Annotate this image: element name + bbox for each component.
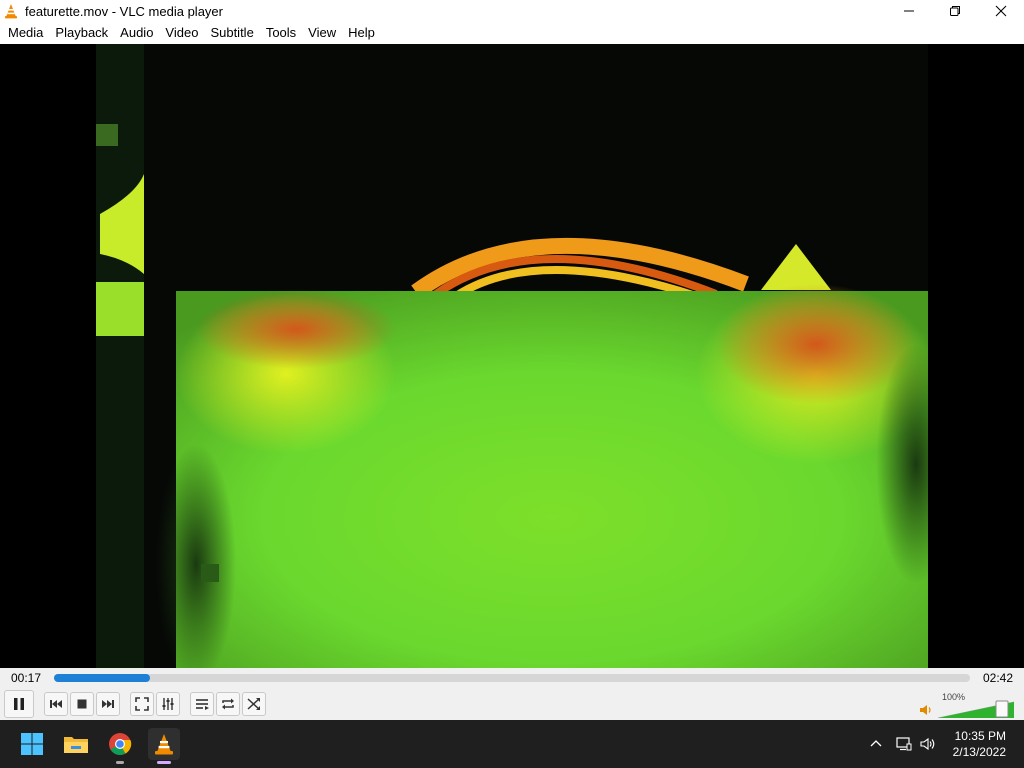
network-button[interactable]: [894, 734, 914, 754]
restore-button[interactable]: [932, 0, 978, 22]
speaker-icon[interactable]: [918, 702, 934, 718]
total-duration: 02:42: [982, 671, 1014, 685]
video-area[interactable]: [0, 44, 1024, 668]
shuffle-icon: [247, 698, 260, 710]
menu-tools[interactable]: Tools: [260, 22, 302, 44]
vlc-icon: [155, 734, 173, 755]
pause-button[interactable]: [4, 690, 34, 718]
fullscreen-icon: [135, 697, 149, 711]
start-button[interactable]: [16, 728, 48, 760]
running-indicator: [116, 761, 124, 764]
fullscreen-button[interactable]: [130, 692, 154, 716]
seek-progress-fill: [54, 674, 151, 682]
taskbar-chrome[interactable]: [104, 728, 136, 764]
stop-icon: [77, 699, 87, 709]
active-indicator: [157, 761, 171, 764]
volume-tray-button[interactable]: [918, 734, 938, 754]
menu-subtitle[interactable]: Subtitle: [204, 22, 259, 44]
taskbar-file-explorer[interactable]: [60, 728, 92, 760]
elapsed-time: 00:17: [10, 671, 42, 685]
menu-video[interactable]: Video: [159, 22, 204, 44]
taskbar-vlc[interactable]: [148, 728, 180, 764]
file-explorer-icon: [64, 737, 88, 753]
volume-tray-icon: [920, 737, 935, 751]
seek-row: 00:17 02:42: [0, 668, 1024, 688]
window-title: featurette.mov - VLC media player: [25, 3, 223, 19]
pause-icon: [14, 698, 24, 710]
skip-previous-icon: [50, 700, 62, 708]
clock-time: 10:35 PM: [954, 729, 1006, 743]
menu-bar: Media Playback Audio Video Subtitle Tool…: [0, 22, 1024, 44]
menu-help[interactable]: Help: [342, 22, 381, 44]
clock-date: 2/13/2022: [952, 745, 1006, 759]
menu-media[interactable]: Media: [2, 22, 49, 44]
playlist-icon: [196, 699, 209, 710]
control-bar: 100%: [0, 688, 1024, 720]
minimize-button[interactable]: [886, 0, 932, 22]
menu-playback[interactable]: Playback: [49, 22, 114, 44]
volume-control: 100%: [918, 692, 1018, 718]
menu-audio[interactable]: Audio: [114, 22, 159, 44]
chrome-icon: [109, 733, 132, 755]
video-content-image: [96, 44, 928, 668]
stop-button[interactable]: [70, 692, 94, 716]
restore-icon: [950, 6, 960, 16]
taskbar: 10:35 PM 2/13/2022: [0, 720, 1024, 768]
menu-view[interactable]: View: [302, 22, 342, 44]
show-hidden-icons-button[interactable]: [866, 734, 886, 754]
vlc-app-icon: [5, 4, 17, 19]
chevron-up-icon: [870, 740, 882, 747]
network-icon: [896, 737, 912, 751]
title-bar: featurette.mov - VLC media player: [0, 0, 1024, 22]
seek-slider[interactable]: [54, 674, 970, 682]
video-frame: [96, 44, 928, 668]
previous-button[interactable]: [44, 692, 68, 716]
close-icon: [995, 5, 1007, 17]
minimize-icon: [904, 10, 914, 12]
equalizer-icon: [162, 698, 174, 710]
extended-settings-button[interactable]: [156, 692, 180, 716]
playlist-button[interactable]: [190, 692, 214, 716]
volume-slider[interactable]: [938, 698, 1014, 718]
windows-start-icon: [21, 733, 43, 755]
shuffle-button[interactable]: [242, 692, 266, 716]
loop-icon: [222, 698, 234, 710]
close-button[interactable]: [978, 0, 1024, 22]
taskbar-clock[interactable]: 10:35 PM 2/13/2022: [953, 728, 1006, 760]
skip-next-icon: [102, 700, 114, 708]
loop-button[interactable]: [216, 692, 240, 716]
next-button[interactable]: [96, 692, 120, 716]
